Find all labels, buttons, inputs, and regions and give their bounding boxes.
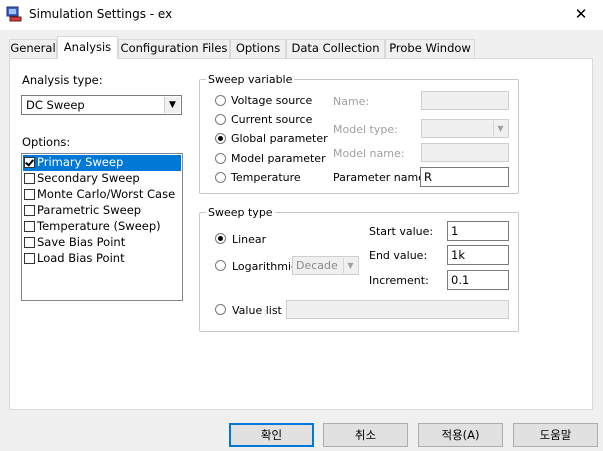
value-list-field[interactable] [286,300,509,319]
option-temperature-sweep[interactable]: Temperature (Sweep) [23,219,181,235]
checkbox-secondary-sweep[interactable] [24,173,35,184]
options-list[interactable]: Primary Sweep Secondary Sweep Monte Carl… [21,153,183,301]
option-label: Save Bias Point [37,235,126,249]
checkbox-parametric-sweep[interactable] [24,205,35,216]
option-label: Monte Carlo/Worst Case [37,187,176,201]
log-scale-value: Decade [296,259,338,272]
options-label: Options: [22,135,71,149]
checkbox-temperature-sweep[interactable] [24,221,35,232]
parameter-name-label: Parameter name: [333,171,429,184]
tab-analysis[interactable]: Analysis [57,36,118,59]
chevron-down-icon[interactable]: ▼ [343,258,357,273]
parameter-name-field[interactable]: R [420,167,509,187]
radio-model-parameter[interactable] [215,153,226,164]
analysis-type-label: Analysis type: [22,73,103,87]
start-value-label: Start value: [369,225,434,238]
tab-configuration-files[interactable]: Configuration Files [118,39,230,58]
tab-options[interactable]: Options [230,39,286,58]
start-value-field[interactable]: 1 [447,221,509,241]
model-type-select[interactable]: ▼ [421,119,509,138]
window-title: Simulation Settings - ex [29,7,173,21]
end-value-label: End value: [369,249,428,262]
close-icon[interactable]: ✕ [571,5,591,23]
radio-label: Voltage source [231,94,313,107]
option-secondary-sweep[interactable]: Secondary Sweep [23,171,181,187]
radio-linear[interactable] [215,233,226,244]
model-type-label: Model type: [333,123,398,136]
radio-label: Global parameter [231,132,328,145]
linear-label: Linear [232,233,267,246]
radio-current-source[interactable] [215,114,226,125]
sweep-type-legend: Sweep type [206,206,275,219]
option-label: Secondary Sweep [37,171,140,185]
logarithmic-label: Logarithmic [232,260,298,273]
increment-field[interactable]: 0.1 [447,270,509,290]
name-field[interactable] [421,91,509,110]
end-value-field[interactable]: 1k [447,245,509,265]
option-primary-sweep[interactable]: Primary Sweep [23,155,181,171]
apply-button[interactable]: 적용(A) [418,423,503,447]
radio-label: Current source [231,113,313,126]
option-save-bias-point[interactable]: Save Bias Point [23,235,181,251]
radio-label: Model parameter [231,152,326,165]
increment-label: Increment: [369,274,429,287]
option-label: Load Bias Point [37,251,125,265]
radio-label: Temperature [231,171,301,184]
model-name-field[interactable] [421,143,509,162]
checkbox-monte-carlo[interactable] [24,189,35,200]
model-name-label: Model name: [333,147,405,160]
radio-voltage-source[interactable] [215,95,226,106]
simulation-app-icon [6,6,22,22]
radio-temperature[interactable] [215,172,226,183]
cancel-button[interactable]: 취소 [323,423,408,447]
ok-button[interactable]: 확인 [229,423,314,447]
radio-value-list[interactable] [215,304,226,315]
value-list-label: Value list [232,304,282,317]
radio-logarithmic[interactable] [215,260,226,271]
chevron-down-icon[interactable]: ▼ [493,121,507,136]
name-label: Name: [333,95,370,108]
help-button[interactable]: 도움말 [513,423,598,447]
option-label: Temperature (Sweep) [37,219,161,233]
log-scale-select[interactable]: Decade ▼ [292,256,359,275]
checkbox-save-bias-point[interactable] [24,237,35,248]
option-monte-carlo[interactable]: Monte Carlo/Worst Case [23,187,181,203]
chevron-down-icon[interactable]: ▼ [164,97,180,113]
option-label: Primary Sweep [37,155,124,169]
radio-global-parameter[interactable] [215,133,226,144]
analysis-type-value: DC Sweep [26,98,85,112]
tab-probe-window[interactable]: Probe Window [385,39,475,58]
analysis-type-select[interactable]: DC Sweep ▼ [21,95,182,115]
checkbox-load-bias-point[interactable] [24,253,35,264]
sweep-variable-legend: Sweep variable [206,73,295,86]
option-label: Parametric Sweep [37,203,142,217]
tab-general[interactable]: General [9,39,57,58]
option-load-bias-point[interactable]: Load Bias Point [23,251,181,267]
checkbox-primary-sweep[interactable] [24,157,35,168]
tab-data-collection[interactable]: Data Collection [286,39,385,58]
option-parametric-sweep[interactable]: Parametric Sweep [23,203,181,219]
